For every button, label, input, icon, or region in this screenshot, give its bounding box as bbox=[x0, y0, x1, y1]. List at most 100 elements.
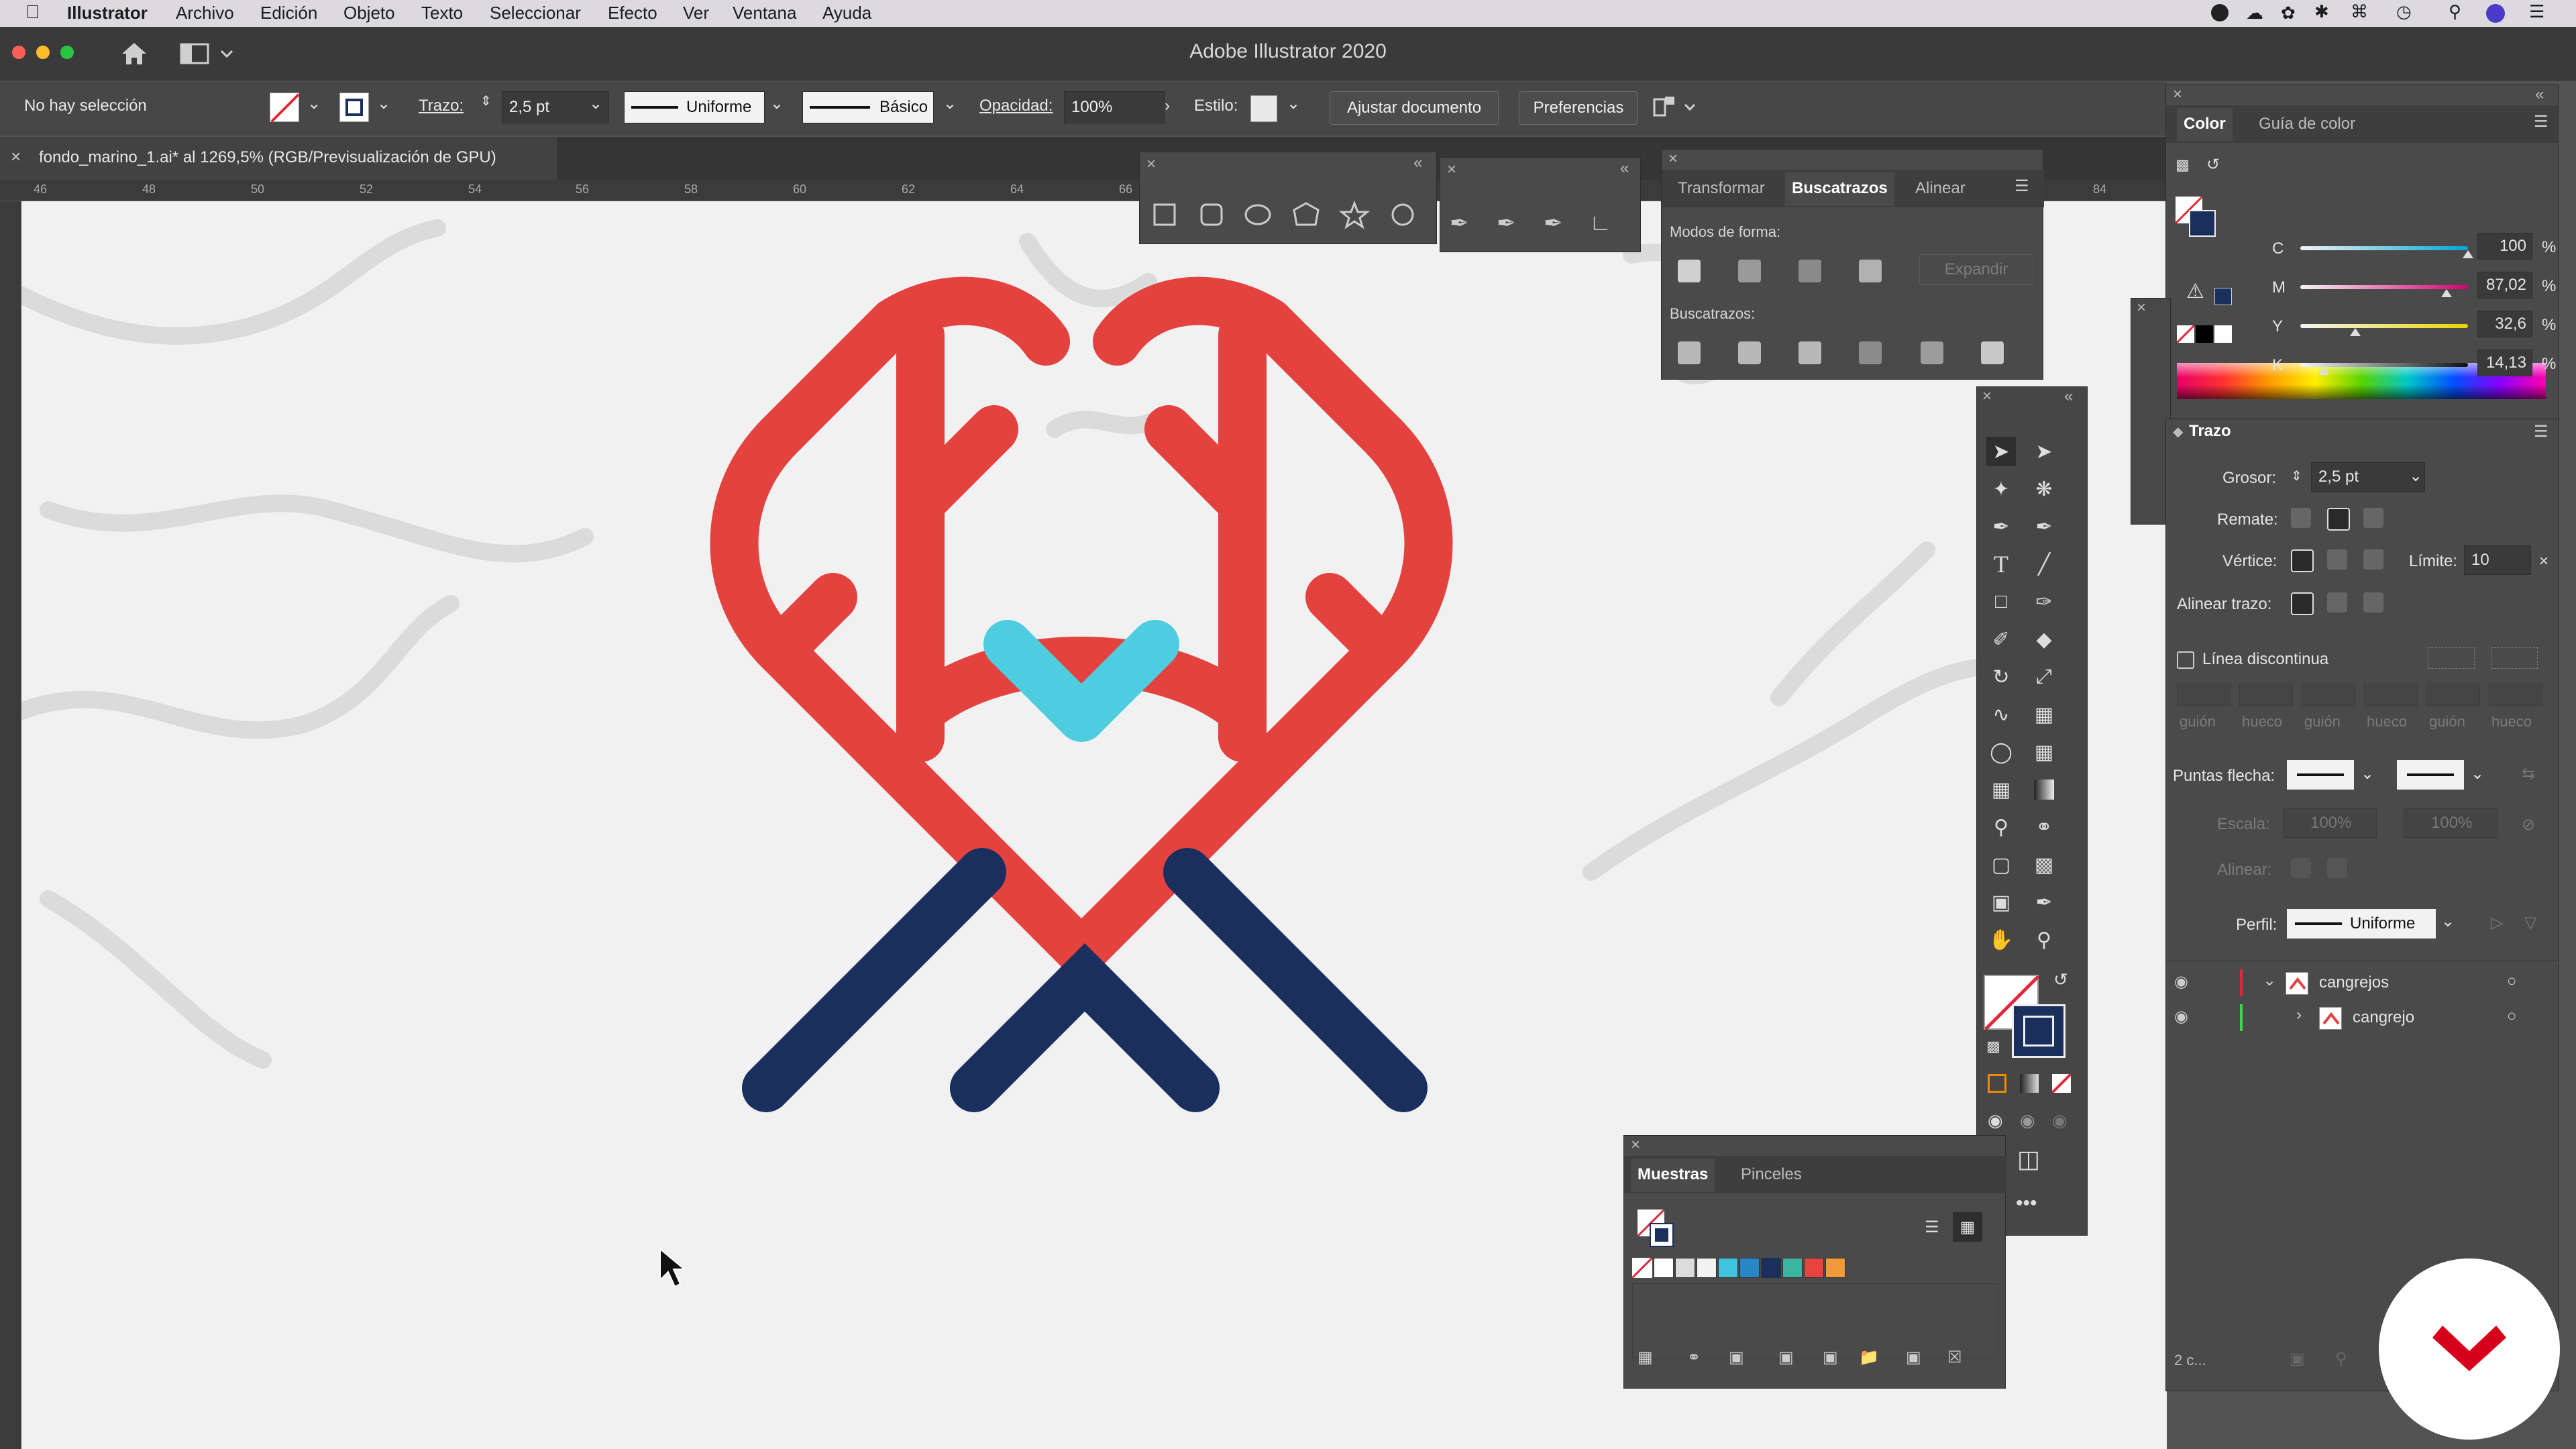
color-mode-icon[interactable] bbox=[1988, 1074, 2006, 1093]
butt-cap-icon[interactable] bbox=[2291, 508, 2311, 528]
close-panel-icon[interactable]: × bbox=[1668, 150, 1678, 168]
panel-menu-icon[interactable]: ☰ bbox=[2534, 422, 2548, 441]
stroke-weight-chevron-icon[interactable]: ⌄ bbox=[589, 94, 602, 113]
white-color-chip[interactable] bbox=[2214, 325, 2232, 343]
black-color-chip[interactable] bbox=[2196, 325, 2213, 343]
opacity-label[interactable]: Opacidad: bbox=[979, 97, 1053, 115]
target-circle-icon[interactable]: ○ bbox=[2507, 1007, 2517, 1026]
stroke-dropdown-chevron-icon[interactable]: ⌄ bbox=[377, 94, 390, 113]
tab-color-guide[interactable]: Guía de color bbox=[2259, 115, 2355, 133]
expand-button[interactable]: Expandir bbox=[1919, 254, 2033, 285]
delete-swatch-icon[interactable]: ☒ bbox=[1947, 1348, 1962, 1367]
color-swatch[interactable] bbox=[1761, 1258, 1781, 1278]
channel-y-field[interactable]: 32,6 bbox=[2477, 311, 2532, 337]
close-panel-icon[interactable]: × bbox=[2173, 85, 2182, 104]
collapse-panel-icon[interactable]: « bbox=[1413, 154, 1422, 172]
vertical-ruler[interactable] bbox=[0, 201, 21, 1449]
round-join-icon[interactable] bbox=[2327, 549, 2347, 570]
slice-tool-icon[interactable]: ✒ bbox=[2029, 888, 2059, 917]
pen-tool-icon[interactable]: ✒ bbox=[1986, 512, 2016, 541]
channel-m-thumb[interactable] bbox=[2440, 289, 2452, 297]
menu-efecto[interactable]: Efecto bbox=[608, 3, 657, 23]
selection-tool-icon[interactable]: ➤ bbox=[1986, 437, 2016, 466]
gradient-tool-icon[interactable] bbox=[2029, 775, 2059, 804]
tab-muestras[interactable]: Muestras bbox=[1631, 1159, 1715, 1192]
magic-wand-tool-icon[interactable]: ✦ bbox=[1986, 474, 2016, 504]
collapse-panel-icon[interactable]: « bbox=[1620, 159, 1629, 178]
pen-tool-icon[interactable]: ✒ bbox=[1450, 210, 1469, 237]
warp-tool-icon[interactable]: ∿ bbox=[1986, 700, 2016, 729]
panel-menu-icon[interactable]: ☰ bbox=[2015, 176, 2029, 196]
fill-dropdown-chevron-icon[interactable]: ⌄ bbox=[307, 94, 321, 113]
anchor-point-tool-icon[interactable]: ∟ bbox=[1589, 210, 1611, 236]
stroke-indicator[interactable] bbox=[2012, 1004, 2065, 1058]
search-icon[interactable]: ⚲ bbox=[2449, 1, 2461, 22]
visibility-eye-icon[interactable]: ◉ bbox=[2174, 972, 2188, 991]
arrow-tip-end-icon[interactable] bbox=[2327, 858, 2347, 878]
target-circle-icon[interactable]: ○ bbox=[2507, 972, 2517, 991]
end-arrow-chevron-icon[interactable]: ⌄ bbox=[2471, 764, 2484, 784]
arrange-documents-icon[interactable] bbox=[1652, 94, 1699, 122]
color-swatch[interactable] bbox=[1697, 1258, 1717, 1278]
channel-c-thumb[interactable] bbox=[2463, 250, 2473, 258]
blend-tool-icon[interactable]: ⚭ bbox=[2029, 812, 2059, 842]
tab-pinceles[interactable]: Pinceles bbox=[1741, 1165, 1802, 1184]
dash-preserve-icon[interactable] bbox=[2428, 647, 2475, 669]
close-panel-icon[interactable]: × bbox=[1146, 155, 1156, 174]
flip-along-icon[interactable]: ▷ bbox=[2491, 913, 2503, 932]
channel-k-field[interactable]: 14,13 bbox=[2477, 350, 2532, 376]
visibility-eye-icon[interactable]: ◉ bbox=[2174, 1007, 2188, 1026]
edit-toolbar-icon[interactable]: ••• bbox=[2016, 1192, 2037, 1215]
preferences-button[interactable]: Preferencias bbox=[1519, 91, 1638, 125]
show-swatch-kinds-icon[interactable]: ⚭ bbox=[1687, 1348, 1701, 1367]
out-of-gamut-warning-icon[interactable]: ⚠ bbox=[2186, 280, 2204, 303]
gamut-swatch[interactable] bbox=[2214, 288, 2232, 305]
end-scale-field[interactable]: 100% bbox=[2404, 808, 2498, 838]
channel-k-thumb[interactable] bbox=[2318, 367, 2330, 375]
miter-join-icon[interactable] bbox=[2291, 549, 2314, 572]
column-graph-tool-icon[interactable]: ▩ bbox=[2029, 850, 2059, 879]
profile-chevron-icon[interactable]: ⌄ bbox=[2441, 912, 2455, 931]
dash-field[interactable] bbox=[2426, 684, 2480, 706]
limit-field[interactable]: 10 bbox=[2464, 545, 2531, 575]
expand-down-icon[interactable]: ⌄ bbox=[2263, 971, 2276, 990]
fill-swatch[interactable] bbox=[270, 93, 300, 123]
draw-normal-icon[interactable]: ◉ bbox=[1988, 1110, 2003, 1131]
shape-builder-tool-icon[interactable]: ◯ bbox=[1986, 737, 2016, 767]
brush-definition-select[interactable]: Básico bbox=[802, 91, 934, 123]
channel-c-field[interactable]: 100 bbox=[2477, 233, 2532, 260]
channel-y-thumb[interactable] bbox=[2349, 328, 2361, 336]
color-swatch[interactable] bbox=[1718, 1258, 1738, 1278]
list-view-icon[interactable]: ☰ bbox=[1925, 1218, 1939, 1237]
rotate-tool-icon[interactable]: ↻ bbox=[1986, 662, 2016, 692]
line-tool-icon[interactable]: ╱ bbox=[2029, 549, 2059, 579]
none-swatch[interactable] bbox=[1631, 1256, 1654, 1279]
document-tab[interactable]: × fondo_marino_1.ai* al 1269,5% (RGB/Pre… bbox=[0, 137, 557, 180]
color-stroke-mini[interactable] bbox=[2189, 210, 2216, 237]
tab-transformar[interactable]: Transformar bbox=[1678, 179, 1765, 198]
dash-field[interactable] bbox=[2177, 684, 2231, 706]
tab-buscatrazos[interactable]: Buscatrazos bbox=[1785, 172, 1894, 206]
delete-anchor-tool-icon[interactable]: ✒ bbox=[1544, 210, 1563, 237]
menu-app-name[interactable]: Illustrator bbox=[67, 3, 148, 23]
bevel-join-icon[interactable] bbox=[2363, 549, 2383, 570]
dash-field[interactable] bbox=[2302, 684, 2355, 706]
trim-icon[interactable] bbox=[1738, 341, 1761, 364]
minus-front-icon[interactable] bbox=[1738, 260, 1761, 282]
align-outside-icon[interactable] bbox=[2363, 592, 2383, 612]
close-panel-icon[interactable]: × bbox=[2137, 299, 2146, 317]
draw-behind-icon[interactable]: ◉ bbox=[2020, 1110, 2035, 1131]
link-scale-icon[interactable]: ⊘ bbox=[2522, 815, 2535, 835]
dashed-line-checkbox[interactable] bbox=[2177, 651, 2194, 669]
paw-icon[interactable]: ✿ bbox=[2281, 3, 2296, 23]
apple-icon[interactable]:  bbox=[25, 1, 40, 23]
round-cap-icon[interactable] bbox=[2327, 508, 2350, 531]
collapse-panel-icon[interactable]: « bbox=[2535, 85, 2544, 104]
layer-name[interactable]: cangrejo bbox=[2353, 1008, 2414, 1027]
channel-y-slider[interactable] bbox=[2300, 324, 2468, 328]
lasso-tool-icon[interactable]: ❋ bbox=[2029, 474, 2059, 504]
color-swatch[interactable] bbox=[1675, 1258, 1695, 1278]
dash-align-icon[interactable] bbox=[2491, 647, 2538, 669]
weight-chevron-icon[interactable]: ⌄ bbox=[2409, 466, 2422, 486]
end-arrowhead-select[interactable] bbox=[2397, 760, 2464, 790]
